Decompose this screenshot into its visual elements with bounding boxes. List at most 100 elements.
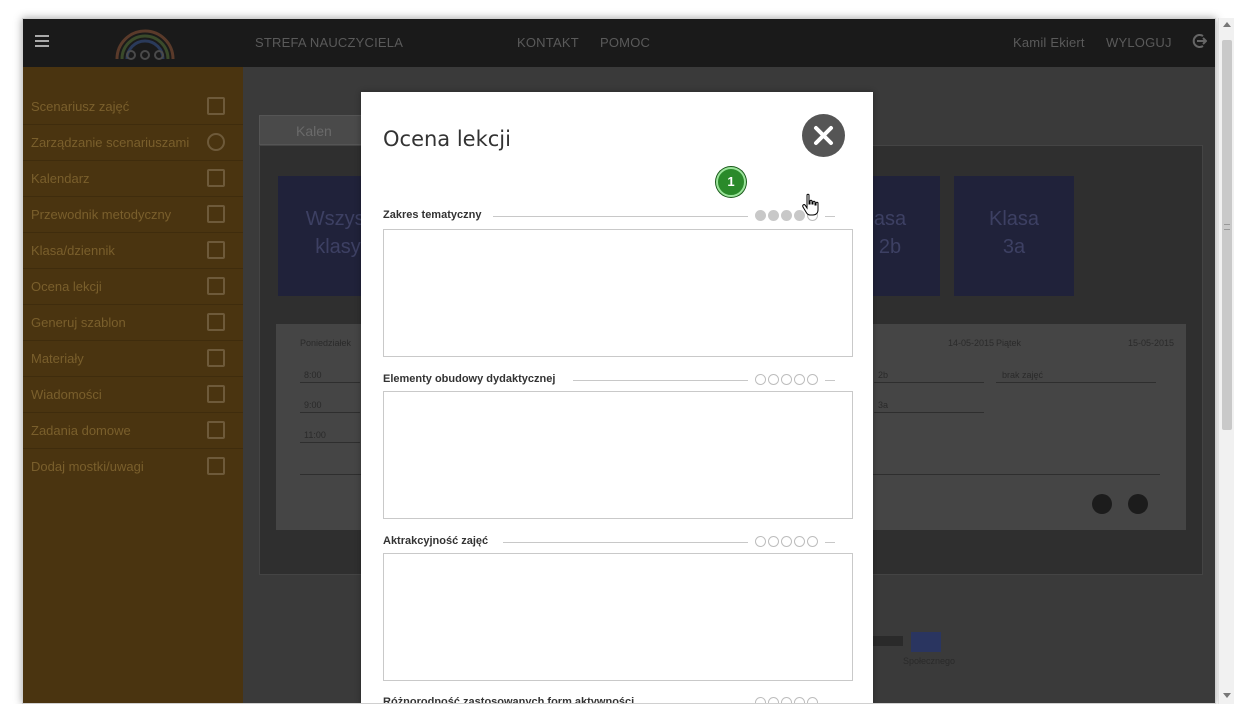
rating-dot-5[interactable] [807,536,818,547]
rating-dot-2[interactable] [768,536,779,547]
rating-dot-1[interactable] [755,210,766,221]
rating-dot-2[interactable] [768,374,779,385]
lesson-class[interactable]: 3a [878,400,888,410]
sidebar-item-label: Kalendarz [31,171,90,186]
vertical-scrollbar[interactable] [1218,18,1234,704]
sidebar-item-manage-scenarios[interactable]: Zarządzanie scenariuszami [23,125,243,161]
divider [996,382,1156,383]
edit-icon [207,97,225,115]
sidebar-item-label: Generuj szablon [31,315,126,330]
calendar-icon [207,169,225,187]
divider [874,382,984,383]
no-classes: brak zajęć [1002,370,1044,380]
rating-dot-4[interactable] [794,374,805,385]
rating-dot-2[interactable] [768,210,779,221]
sidebar-item-lesson-rating[interactable]: Ocena lekcji [23,269,243,305]
divider [300,442,360,443]
scroll-up-icon[interactable] [1223,22,1231,27]
rating-dot-3[interactable] [781,210,792,221]
rating-dot-5[interactable] [807,697,818,703]
close-button[interactable] [802,114,845,157]
sidebar-item-label: Dodaj mostki/uwagi [31,459,144,474]
homework-icon [207,421,225,439]
rating-dot-1[interactable] [755,697,766,703]
nav-contact[interactable]: KONTAKT [517,35,579,50]
sidebar-item-label: Scenariusz zajęć [31,99,130,114]
sidebar-item-label: Ocena lekcji [31,279,102,294]
sidebar-item-generate-template[interactable]: Generuj szablon [23,305,243,341]
rating-dot-5[interactable] [807,374,818,385]
sidebar-item-label: Zadania domowe [31,423,131,438]
nav-help[interactable]: POMOC [600,35,650,50]
class-card-3a[interactable]: Klasa 3a [954,176,1074,296]
journal-icon [207,241,225,259]
rating-dot-3[interactable] [781,536,792,547]
chart-icon [207,277,225,295]
step-badge: 1 [716,167,746,197]
hand-cursor-icon [802,193,819,216]
lesson-class[interactable]: 2b [878,370,888,380]
sidebar-item-label: Przewodnik metodyczny [31,207,172,222]
browser-frame: STREFA NAUCZYCIELA KONTAKT POMOC Kamil E… [0,0,1239,704]
divider [825,380,835,381]
date-friday: 15-05-2015 [1128,338,1175,348]
scroll-down-icon[interactable] [1223,693,1231,698]
day-header-monday: Poniedziałek [300,338,352,348]
logout-link[interactable]: WYLOGUJ [1106,35,1172,50]
divider [300,412,360,413]
star-rating [755,696,853,703]
nav-teacher-zone[interactable]: STREFA NAUCZYCIELA [255,35,403,50]
didactic-elements-textarea[interactable] [383,391,853,519]
divider [573,380,748,381]
template-icon [207,313,225,331]
rating-dot-1[interactable] [755,536,766,547]
topic-range-textarea[interactable] [383,229,853,357]
sidebar-item-add-notes[interactable]: Dodaj mostki/uwagi [23,449,243,485]
attractiveness-textarea[interactable] [383,553,853,681]
rainbow-logo-icon[interactable] [113,25,177,61]
note-icon [207,457,225,475]
footer-logos: Społecznego [863,632,983,666]
rating-dot-2[interactable] [768,697,779,703]
day-header-friday: Piątek [996,338,1022,348]
film-icon [207,349,225,367]
mail-icon [207,385,225,403]
lesson-rating-modal: Ocena lekcji Zakres tematyczny Elementy … [361,92,873,703]
sidebar-item-lesson-scenario[interactable]: Scenariusz zajęć [23,89,243,125]
sidebar-item-calendar[interactable]: Kalendarz [23,161,243,197]
scroll-thumb[interactable] [1222,40,1232,430]
divider [503,542,748,543]
logout-icon[interactable] [1191,33,1207,49]
previous-week-icon[interactable] [1092,494,1112,514]
section-label: Aktrakcyjność zajęć [383,535,495,547]
rating-dot-3[interactable] [781,374,792,385]
class-card-line2: 3a [1002,236,1026,258]
sidebar-item-label: Klasa/dziennik [31,243,115,258]
class-card-line1: Klasa [988,208,1040,230]
section-label: Różnorodność zastosowanych form aktywnoś… [383,696,641,703]
hamburger-menu-icon[interactable] [35,35,49,47]
sidebar-item-messages[interactable]: Wiadomości [23,377,243,413]
sidebar-item-class-journal[interactable]: Klasa/dziennik [23,233,243,269]
sidebar: Scenariusz zajęć Zarządzanie scenariusza… [23,67,243,703]
close-icon [814,126,833,145]
rating-dot-3[interactable] [781,697,792,703]
sidebar-item-label: Zarządzanie scenariuszami [31,135,190,150]
sidebar-item-label: Materiały [31,351,84,366]
sidebar-item-homework[interactable]: Zadania domowe [23,413,243,449]
divider [825,542,835,543]
sidebar-item-method-guide[interactable]: Przewodnik metodyczny [23,197,243,233]
user-name[interactable]: Kamil Ekiert [1013,35,1085,50]
scroll-grip-icon [1224,224,1230,230]
next-week-icon[interactable] [1128,494,1148,514]
rating-dot-4[interactable] [794,697,805,703]
tab-label: Kalen [296,123,332,139]
rating-dot-4[interactable] [794,536,805,547]
sidebar-item-materials[interactable]: Materiały [23,341,243,377]
time-slot: 11:00 [304,430,326,440]
step-number: 1 [727,174,735,189]
date-thursday: 14-05-2015 [948,338,995,348]
divider [493,216,748,217]
rating-dot-1[interactable] [755,374,766,385]
time-slot: 9:00 [304,400,322,410]
